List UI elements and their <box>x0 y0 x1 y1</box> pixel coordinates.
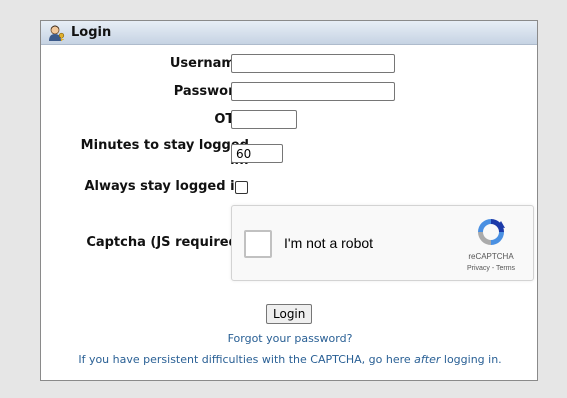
minutes-input[interactable] <box>231 144 283 163</box>
panel-header: Login <box>41 21 537 45</box>
recaptcha-checkbox[interactable] <box>244 230 272 258</box>
captcha-help-emphasis: after <box>414 353 441 366</box>
always-logged-label: Always stay logged in: <box>84 179 249 194</box>
captcha-help-note: If you have persistent difficulties with… <box>41 353 539 366</box>
captcha-label: Captcha (JS required): <box>86 235 249 250</box>
otp-input[interactable] <box>231 110 297 129</box>
captcha-help-prefix[interactable]: If you have persistent difficulties with… <box>78 353 414 366</box>
login-button[interactable]: Login <box>266 304 313 324</box>
recaptcha-brand: reCAPTCHA <box>468 252 514 261</box>
recaptcha-logo-icon <box>478 219 505 245</box>
password-input[interactable] <box>231 82 395 101</box>
minutes-label-line1: Minutes to stay logged <box>80 138 249 153</box>
forgot-password-link[interactable]: Forgot your password? <box>41 332 539 345</box>
always-logged-checkbox[interactable] <box>235 181 248 194</box>
panel-title: Login <box>71 25 112 40</box>
recaptcha-checkbox-label: I'm not a robot <box>284 235 374 251</box>
captcha-help-suffix: logging in. <box>440 353 502 366</box>
username-input[interactable] <box>231 54 395 73</box>
recaptcha-links: Privacy - Terms <box>452 265 530 272</box>
user-key-icon <box>49 25 65 41</box>
recaptcha-terms-link[interactable]: Terms <box>496 265 515 272</box>
recaptcha-widget: I'm not a robot reCAPTCHA Privacy - Term… <box>231 205 534 281</box>
minutes-label: Minutes to stay logged in: <box>81 138 249 168</box>
recaptcha-privacy-link[interactable]: Privacy <box>467 265 490 272</box>
login-panel: Login Username: Password: OTP: Minutes t… <box>40 20 538 381</box>
